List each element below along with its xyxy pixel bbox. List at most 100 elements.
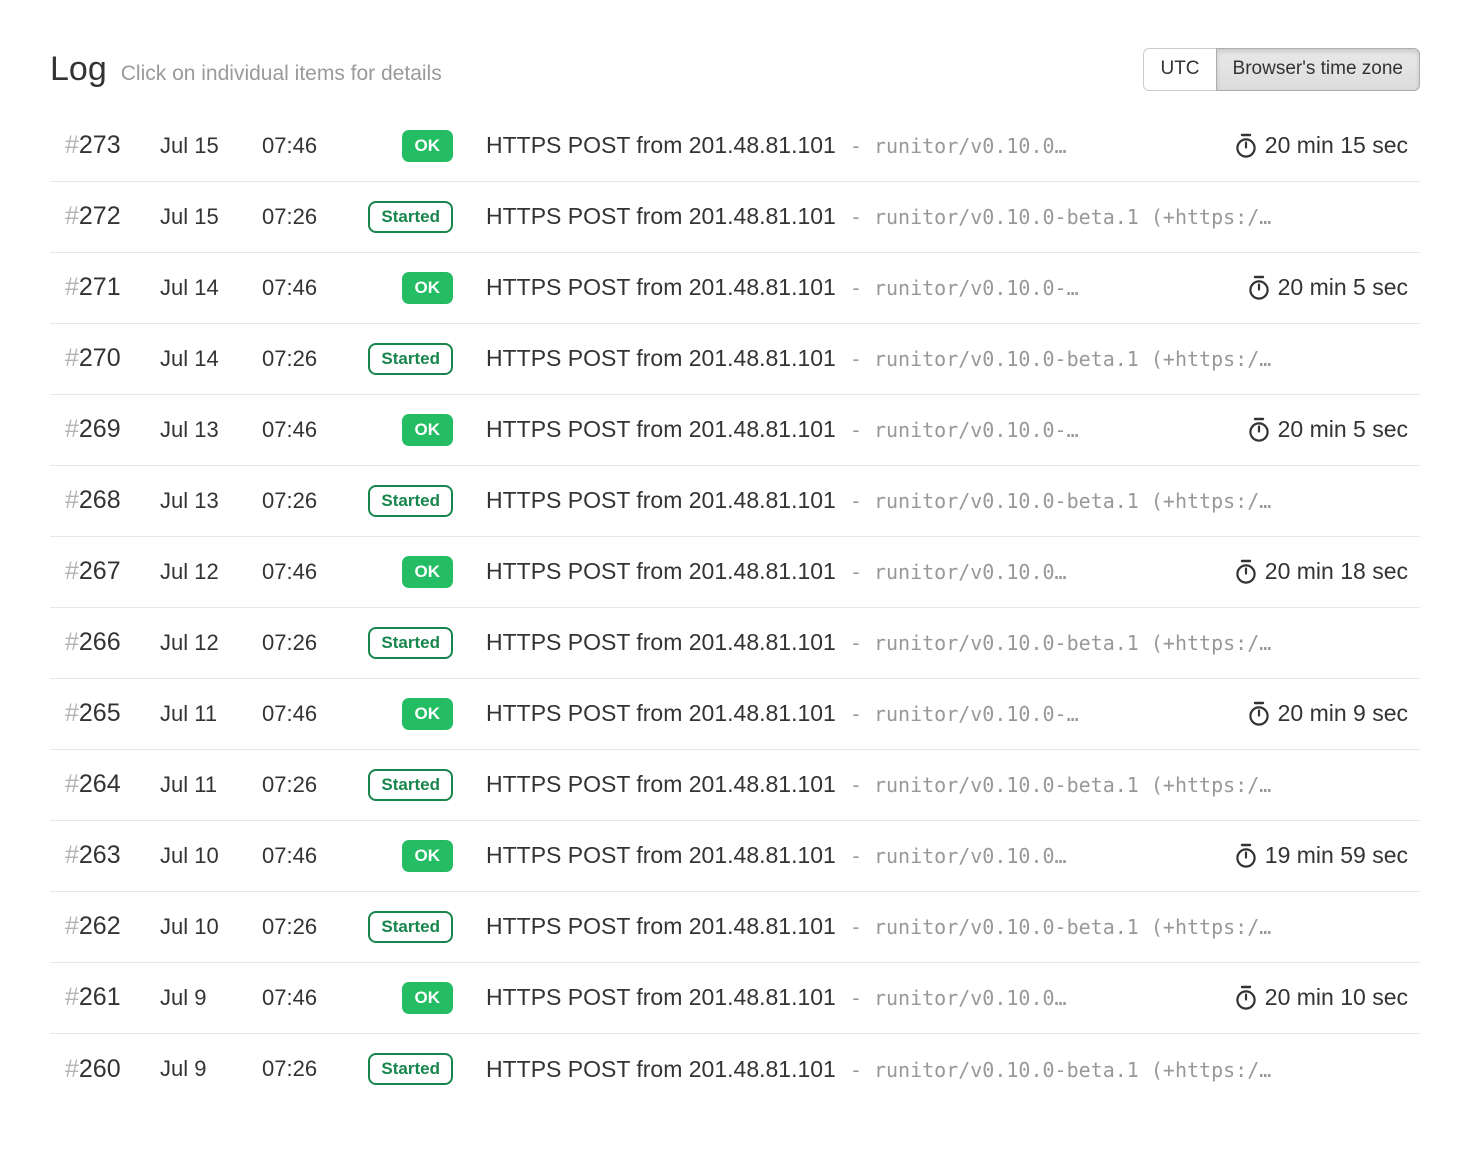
hash-prefix: # xyxy=(65,415,79,443)
event-date: Jul 10 xyxy=(160,843,262,869)
event-source: HTTPS POST from 201.48.81.101 xyxy=(486,842,836,869)
hash-prefix: # xyxy=(65,486,79,514)
event-description: HTTPS POST from 201.48.81.101 - runitor/… xyxy=(453,913,1420,940)
status-badge: OK xyxy=(402,130,454,162)
event-description: HTTPS POST from 201.48.81.101 - runitor/… xyxy=(453,558,1224,585)
event-date: Jul 10 xyxy=(160,914,262,940)
log-row[interactable]: #260 Jul 9 07:26 Started HTTPS POST from… xyxy=(50,1034,1420,1105)
status-badge: Started xyxy=(368,343,453,375)
log-row[interactable]: #269 Jul 13 07:46 OK HTTPS POST from 201… xyxy=(50,395,1420,466)
title-wrap: Log Click on individual items for detail… xyxy=(50,50,442,89)
log-row[interactable]: #267 Jul 12 07:46 OK HTTPS POST from 201… xyxy=(50,537,1420,608)
event-number: #264 xyxy=(50,770,160,799)
log-row[interactable]: #270 Jul 14 07:26 Started HTTPS POST fro… xyxy=(50,324,1420,395)
status-badge: OK xyxy=(402,698,454,730)
event-description: HTTPS POST from 201.48.81.101 - runitor/… xyxy=(453,629,1420,656)
event-time: 07:46 xyxy=(262,133,358,159)
event-user-agent: - runitor/v0.10.0… xyxy=(850,560,1067,584)
event-time: 07:26 xyxy=(262,346,358,372)
event-description: HTTPS POST from 201.48.81.101 - runitor/… xyxy=(453,842,1224,869)
log-row[interactable]: #263 Jul 10 07:46 OK HTTPS POST from 201… xyxy=(50,821,1420,892)
event-duration: 20 min 18 sec xyxy=(1234,558,1420,585)
hash-prefix: # xyxy=(65,770,79,798)
event-description: HTTPS POST from 201.48.81.101 - runitor/… xyxy=(453,1056,1420,1083)
event-date: Jul 9 xyxy=(160,1056,262,1082)
event-source: HTTPS POST from 201.48.81.101 xyxy=(486,700,836,727)
event-duration: 19 min 59 sec xyxy=(1234,842,1420,869)
page-header: Log Click on individual items for detail… xyxy=(50,48,1420,91)
event-number: #268 xyxy=(50,486,160,515)
hash-prefix: # xyxy=(65,1055,79,1083)
event-duration: 20 min 10 sec xyxy=(1234,984,1420,1011)
event-time: 07:46 xyxy=(262,843,358,869)
log-row[interactable]: #271 Jul 14 07:46 OK HTTPS POST from 201… xyxy=(50,253,1420,324)
event-description: HTTPS POST from 201.48.81.101 - runitor/… xyxy=(453,984,1224,1011)
duration-text: 20 min 5 sec xyxy=(1278,416,1408,443)
event-user-agent: - runitor/v0.10.0-… xyxy=(850,276,1079,300)
event-source: HTTPS POST from 201.48.81.101 xyxy=(486,913,836,940)
log-row[interactable]: #262 Jul 10 07:26 Started HTTPS POST fro… xyxy=(50,892,1420,963)
hash-prefix: # xyxy=(65,131,79,159)
stopwatch-icon xyxy=(1234,558,1258,585)
log-row[interactable]: #268 Jul 13 07:26 Started HTTPS POST fro… xyxy=(50,466,1420,537)
log-row[interactable]: #261 Jul 9 07:46 OK HTTPS POST from 201.… xyxy=(50,963,1420,1034)
hash-prefix: # xyxy=(65,628,79,656)
event-date: Jul 13 xyxy=(160,417,262,443)
hash-prefix: # xyxy=(65,202,79,230)
event-duration: 20 min 9 sec xyxy=(1247,700,1420,727)
log-row[interactable]: #266 Jul 12 07:26 Started HTTPS POST fro… xyxy=(50,608,1420,679)
log-page: Log Click on individual items for detail… xyxy=(0,48,1470,1105)
event-source: HTTPS POST from 201.48.81.101 xyxy=(486,416,836,443)
duration-text: 19 min 59 sec xyxy=(1265,842,1408,869)
duration-text: 20 min 15 sec xyxy=(1265,132,1408,159)
event-date: Jul 15 xyxy=(160,133,262,159)
stopwatch-icon xyxy=(1234,842,1258,869)
event-number: #271 xyxy=(50,273,160,302)
event-date: Jul 14 xyxy=(160,275,262,301)
event-user-agent: - runitor/v0.10.0-beta.1 (+https:/… xyxy=(850,489,1271,513)
event-duration: 20 min 5 sec xyxy=(1247,274,1420,301)
log-row[interactable]: #273 Jul 15 07:46 OK HTTPS POST from 201… xyxy=(50,111,1420,182)
status-badge: OK xyxy=(402,414,454,446)
event-source: HTTPS POST from 201.48.81.101 xyxy=(486,203,836,230)
event-date: Jul 14 xyxy=(160,346,262,372)
event-time: 07:26 xyxy=(262,630,358,656)
event-number: #270 xyxy=(50,344,160,373)
event-source: HTTPS POST from 201.48.81.101 xyxy=(486,132,836,159)
event-user-agent: - runitor/v0.10.0-beta.1 (+https:/… xyxy=(850,1058,1271,1082)
status-badge: OK xyxy=(402,272,454,304)
status-badge: OK xyxy=(402,840,454,872)
event-description: HTTPS POST from 201.48.81.101 - runitor/… xyxy=(453,771,1420,798)
event-time: 07:46 xyxy=(262,985,358,1011)
event-source: HTTPS POST from 201.48.81.101 xyxy=(486,345,836,372)
browser-timezone-button[interactable]: Browser's time zone xyxy=(1216,48,1420,91)
event-time: 07:26 xyxy=(262,488,358,514)
hash-prefix: # xyxy=(65,699,79,727)
hash-prefix: # xyxy=(65,273,79,301)
duration-text: 20 min 10 sec xyxy=(1265,984,1408,1011)
event-description: HTTPS POST from 201.48.81.101 - runitor/… xyxy=(453,345,1420,372)
event-user-agent: - runitor/v0.10.0-beta.1 (+https:/… xyxy=(850,347,1271,371)
utc-button[interactable]: UTC xyxy=(1143,48,1216,91)
event-source: HTTPS POST from 201.48.81.101 xyxy=(486,771,836,798)
stopwatch-icon xyxy=(1234,132,1258,159)
event-user-agent: - runitor/v0.10.0-beta.1 (+https:/… xyxy=(850,915,1271,939)
event-user-agent: - runitor/v0.10.0… xyxy=(850,986,1067,1010)
event-number: #263 xyxy=(50,841,160,870)
event-date: Jul 9 xyxy=(160,985,262,1011)
status-badge: Started xyxy=(368,201,453,233)
event-time: 07:26 xyxy=(262,204,358,230)
log-row[interactable]: #272 Jul 15 07:26 Started HTTPS POST fro… xyxy=(50,182,1420,253)
event-source: HTTPS POST from 201.48.81.101 xyxy=(486,1056,836,1083)
event-number: #260 xyxy=(50,1055,160,1084)
event-date: Jul 11 xyxy=(160,772,262,798)
event-number: #265 xyxy=(50,699,160,728)
event-user-agent: - runitor/v0.10.0-beta.1 (+https:/… xyxy=(850,773,1271,797)
event-duration: 20 min 5 sec xyxy=(1247,416,1420,443)
event-time: 07:46 xyxy=(262,417,358,443)
event-number: #267 xyxy=(50,557,160,586)
log-row[interactable]: #265 Jul 11 07:46 OK HTTPS POST from 201… xyxy=(50,679,1420,750)
stopwatch-icon xyxy=(1234,984,1258,1011)
log-row[interactable]: #264 Jul 11 07:26 Started HTTPS POST fro… xyxy=(50,750,1420,821)
event-source: HTTPS POST from 201.48.81.101 xyxy=(486,558,836,585)
